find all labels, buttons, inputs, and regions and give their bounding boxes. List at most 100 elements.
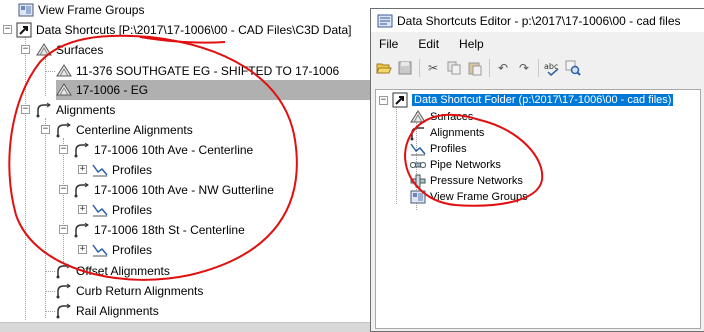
tree-item-centerline-alignments[interactable]: Centerline Alignments [56,120,193,140]
tree-item-view-frame-groups[interactable]: View Frame Groups [18,0,144,20]
tree-item-alignments[interactable]: Alignments [36,100,115,120]
undo-icon[interactable]: ↶ [494,59,512,77]
surface-icon [410,109,426,125]
tree-item-profiles[interactable]: Profiles [410,141,467,157]
tree-item-label: 17-1006 - EG [76,83,149,97]
alignment-icon [56,303,72,319]
tree-item-label: Profiles [112,243,153,257]
tree-item-label: Alignments [430,127,485,139]
alignment-icon [56,283,72,299]
alignment-icon [36,102,52,118]
tree-item-view-frame-groups[interactable]: View Frame Groups [410,189,528,205]
tree-item-rail-alignments[interactable]: Rail Alignments [56,301,159,321]
window-title: Data Shortcuts Editor - p:\2017\17-1006\… [397,13,681,28]
view-frame-group-icon [18,2,34,18]
tree-item-label: Alignments [56,103,116,117]
open-icon[interactable] [375,59,393,77]
tree-item-label: Profiles [112,163,153,177]
tree-item-pressure-networks[interactable]: Pressure Networks [410,173,523,189]
pipe-network-icon [410,157,426,173]
collapse-toggle[interactable]: − [59,225,68,234]
tree-item-label: 11-376 SOUTHGATE EG - SHIFTED TO 17-1006 [76,64,340,78]
tree-item-label: Data Shortcuts [P:\2017\17-1006\00 - CAD… [36,23,352,37]
tree-item-surface[interactable]: 11-376 SOUTHGATE EG - SHIFTED TO 17-1006 [56,61,339,81]
menu-help[interactable]: Help [459,37,484,51]
tree-item-label: 17-1006 10th Ave - NW Gutterline [94,183,274,197]
collapse-toggle[interactable]: − [59,185,68,194]
data-shortcuts-editor-window: Data Shortcuts Editor - p:\2017\17-1006\… [370,8,704,332]
alignment-icon [74,182,90,198]
collapse-toggle[interactable]: − [21,45,30,54]
tree-item-label: 17-1006 18th St - Centerline [94,223,245,237]
tree-item-surfaces[interactable]: Surfaces [36,40,103,60]
collapse-toggle[interactable]: − [41,125,50,134]
toolbar: ✂ ↶ ↷ abc [371,55,704,81]
tree-item-curb-return-alignments[interactable]: Curb Return Alignments [56,281,203,301]
tree-item-profiles[interactable]: Profiles [92,160,152,180]
tree-item-alignments[interactable]: Alignments [410,125,484,141]
paste-icon[interactable] [466,59,484,77]
view-frame-group-icon [410,189,426,205]
surface-icon [56,63,72,79]
tree-item-label: Surfaces [430,111,474,123]
title-bar[interactable]: Data Shortcuts Editor - p:\2017\17-1006\… [371,9,704,33]
tree-item-surface-selected[interactable]: 17-1006 - EG [56,80,370,100]
redo-icon[interactable]: ↷ [515,59,533,77]
tree-item-label: Surfaces [56,43,104,57]
toolbar-separator [538,59,539,77]
tree-item-label: Pressure Networks [430,175,523,187]
tree-item-alignment[interactable]: 17-1006 10th Ave - NW Gutterline [74,180,274,200]
menu-file[interactable]: File [379,37,398,51]
tree-item-profiles[interactable]: Profiles [92,240,152,260]
shortcut-tree: − Data Shortcut Folder (p:\2017\17-1006\… [375,89,701,329]
tree-item-label: Profiles [112,203,153,217]
collapse-toggle[interactable]: − [379,96,388,105]
tree-item-label: Pipe Networks [430,159,501,171]
profile-icon [92,202,108,218]
expand-toggle[interactable]: + [78,245,87,254]
cut-icon[interactable]: ✂ [424,59,442,77]
profile-icon [410,141,426,157]
collapse-toggle[interactable]: − [59,145,68,154]
data-shortcut-icon [392,92,408,108]
tree-item-label: Rail Alignments [76,304,159,318]
copy-icon[interactable] [445,59,463,77]
profile-icon [92,242,108,258]
tree-item-shortcut-folder[interactable]: Data Shortcut Folder (p:\2017\17-1006\00… [392,92,674,108]
collapse-toggle[interactable]: − [3,25,12,34]
tree-item-alignment[interactable]: 17-1006 10th Ave - Centerline [74,140,253,160]
spell-check-icon[interactable]: abc [543,59,561,77]
tree-item-label: 17-1006 10th Ave - Centerline [94,143,254,157]
tree-item-data-shortcuts[interactable]: Data Shortcuts [P:\2017\17-1006\00 - CAD… [16,20,352,40]
expand-toggle[interactable]: + [78,205,87,214]
surface-icon [36,42,52,58]
tree-item-profiles[interactable]: Profiles [92,200,152,220]
alignment-icon [74,222,90,238]
tree-item-label: Centerline Alignments [76,123,193,137]
tree-item-offset-alignments[interactable]: Offset Alignments [56,261,170,281]
alignment-icon [56,122,72,138]
tree-item-label: View Frame Groups [430,191,528,203]
tree-item-pipe-networks[interactable]: Pipe Networks [410,157,501,173]
find-icon[interactable] [564,59,582,77]
tree-item-label: Offset Alignments [76,264,170,278]
toolbar-separator [489,59,490,77]
collapse-toggle[interactable]: − [21,105,30,114]
pressure-network-icon [410,173,426,189]
save-icon[interactable] [396,59,414,77]
alignment-icon [410,125,426,141]
data-shortcut-icon [16,22,32,38]
tree-item-alignment[interactable]: 17-1006 18th St - Centerline [74,220,245,240]
horizontal-scrollbar[interactable] [0,322,370,332]
surface-icon [56,82,72,98]
tree-item-label: Profiles [430,143,467,155]
app-icon [377,13,393,29]
expand-toggle[interactable]: + [78,165,87,174]
alignment-icon [56,263,72,279]
tree-item-label: View Frame Groups [38,3,145,17]
menu-edit[interactable]: Edit [418,37,439,51]
menu-bar: File Edit Help [371,33,704,55]
toolbar-separator [419,59,420,77]
tree-item-surfaces[interactable]: Surfaces [410,109,473,125]
tree-item-label: Data Shortcut Folder (p:\2017\17-1006\00… [412,94,674,106]
